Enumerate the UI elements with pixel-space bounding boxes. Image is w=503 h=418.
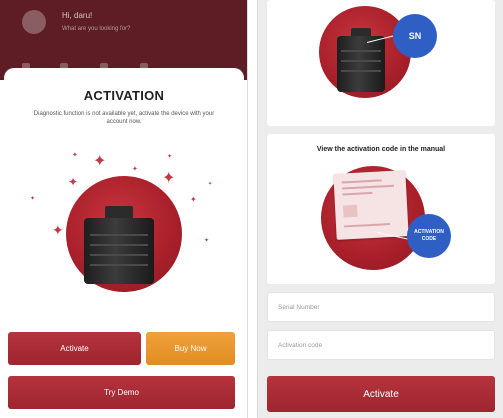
activation-description: Diagnostic function is not available yet… bbox=[33, 111, 215, 125]
activate-button[interactable]: Activate bbox=[8, 332, 141, 365]
sn-badge: SN bbox=[393, 14, 437, 58]
manual-card: View the activation code in the manual A… bbox=[267, 134, 495, 284]
manual-icon bbox=[333, 170, 409, 240]
activation-code-field[interactable] bbox=[267, 330, 495, 360]
sparkle-icon: ✦ bbox=[132, 166, 138, 173]
sparkle-icon: ✦ bbox=[204, 238, 210, 244]
activation-sheet: ACTIVATION Diagnostic function is not av… bbox=[4, 68, 244, 418]
sparkle-icon: ✦ bbox=[93, 153, 107, 170]
sparkle-icon: ✦ bbox=[52, 222, 64, 238]
try-demo-button[interactable]: Try Demo bbox=[8, 376, 235, 409]
activation-code-badge: ACTIVATION CODE bbox=[407, 214, 451, 258]
sparkle-icon: ✦ bbox=[72, 152, 78, 159]
activation-code-input[interactable] bbox=[268, 331, 494, 359]
avatar bbox=[22, 10, 46, 34]
greeting-text: Hi, daru! bbox=[62, 11, 93, 20]
serial-number-field[interactable] bbox=[267, 292, 495, 322]
activation-title: ACTIVATION bbox=[83, 88, 165, 103]
activation-screen: Hi, daru! What are you looking for? ACTI… bbox=[0, 0, 248, 418]
sparkle-icon: ✦ bbox=[208, 181, 213, 187]
serial-number-card: SN bbox=[267, 0, 495, 126]
sparkle-icon: ✦ bbox=[162, 170, 176, 187]
manual-card-title: View the activation code in the manual bbox=[316, 146, 446, 153]
sparkle-icon: ✦ bbox=[190, 195, 197, 204]
obd-dongle-icon bbox=[337, 28, 385, 92]
greeting-subtitle: What are you looking for? bbox=[62, 26, 131, 32]
obd-dongle-icon bbox=[84, 206, 154, 284]
activate-submit-button[interactable]: Activate bbox=[267, 376, 495, 412]
sparkle-icon: ✦ bbox=[167, 154, 173, 160]
sparkle-icon: ✦ bbox=[30, 196, 36, 202]
activation-form-screen: SN View the activation code in the manua… bbox=[257, 0, 503, 418]
buy-now-button[interactable]: Buy Now bbox=[146, 332, 235, 365]
sparkle-icon: ✦ bbox=[68, 175, 79, 189]
serial-number-input[interactable] bbox=[268, 293, 494, 321]
